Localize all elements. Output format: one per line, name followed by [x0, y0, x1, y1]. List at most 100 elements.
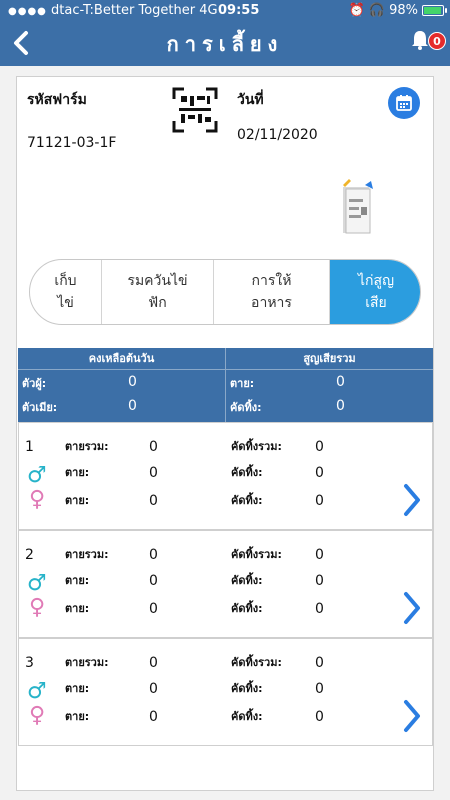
- farm-code-value: 71121-03-1F: [27, 135, 117, 151]
- top-bar: ●●●● dtac-T:Better Together 4G 09:55 ⏰ 🎧…: [0, 0, 450, 66]
- female-icon: ♀: [29, 703, 46, 728]
- male-culled-value: 0: [315, 573, 324, 589]
- female-dead-label: ตาย:: [65, 602, 90, 615]
- summary-dead-label: ตาย:: [230, 377, 255, 390]
- segment-tab-4[interactable]: ไก่สูญ เสีย: [330, 260, 420, 324]
- carrier-info: ●●●● dtac-T:Better Together 4G: [8, 3, 218, 18]
- alarm-icon: ⏰: [348, 3, 365, 18]
- carrier-name: dtac-T:Better Together: [51, 3, 196, 18]
- summary-culled-row: คัดทิ้ง: 0: [230, 398, 433, 420]
- total-dead-value: 0: [149, 439, 158, 455]
- female-culled-value: 0: [315, 493, 324, 509]
- calendar-icon[interactable]: [388, 87, 420, 119]
- summary-male-row: ตัวผู้: 0: [22, 374, 225, 396]
- chevron-right-icon[interactable]: [402, 483, 422, 526]
- female-icon: ♀: [29, 595, 46, 620]
- segment-tab-3[interactable]: การให้ อาหาร: [214, 260, 330, 324]
- headphones-icon: 🎧: [368, 3, 386, 18]
- house-number: 3: [25, 655, 34, 671]
- house-card[interactable]: 2 ♂ ♀ ตายรวม: 0 ตาย: 0 ตาย: 0 คัดทิ้งรวม: 0 คัดทิ้ง…: [18, 530, 433, 638]
- male-culled-label: คัดทิ้ง:: [231, 682, 263, 695]
- house-number: 2: [25, 547, 34, 563]
- male-culled-label: คัดทิ้ง:: [231, 574, 263, 587]
- total-culled-label: คัดทิ้งรวม:: [231, 548, 282, 561]
- signal-icon: ●●●●: [8, 6, 47, 17]
- female-dead-value: 0: [149, 493, 158, 509]
- female-culled-label: คัดทิ้ง:: [231, 494, 263, 507]
- summary-male-label: ตัวผู้:: [22, 377, 47, 390]
- summary-dead-row: ตาย: 0: [230, 374, 433, 396]
- summary-left-col: ตัวผู้: 0 ตัวเมีย: 0: [18, 370, 226, 422]
- male-icon: ♂: [27, 679, 47, 704]
- farm-code-label: รหัสฟาร์ม: [27, 92, 87, 108]
- male-dead-label: ตาย:: [65, 574, 90, 587]
- status-time: 09:55: [218, 3, 260, 18]
- total-culled-label: คัดทิ้งรวม:: [231, 440, 282, 453]
- total-dead-label: ตายรวม:: [65, 440, 109, 453]
- battery-fill: [424, 7, 441, 14]
- battery-icon: [422, 5, 447, 16]
- house-card[interactable]: 3 ♂ ♀ ตายรวม: 0 ตาย: 0 ตาย: 0 คัดทิ้งรวม: 0 คัดทิ้ง…: [18, 638, 433, 746]
- summary-culled-label: คัดทิ้ง:: [230, 401, 262, 414]
- total-culled-value: 0: [315, 655, 324, 671]
- male-dead-label: ตาย:: [65, 682, 90, 695]
- chevron-right-icon[interactable]: [402, 591, 422, 634]
- female-dead-label: ตาย:: [65, 710, 90, 723]
- summary-dead-value: 0: [336, 374, 345, 390]
- document-icon[interactable]: [339, 177, 375, 237]
- main-panel: รหัสฟาร์ม 71121-03-1F วันที่ 02/11/2020 …: [16, 76, 434, 791]
- qr-code-icon[interactable]: [172, 87, 218, 133]
- total-dead-value: 0: [149, 655, 158, 671]
- nav-bar: การเลี้ยง 0: [0, 22, 450, 66]
- female-dead-label: ตาย:: [65, 494, 90, 507]
- segment-control: เก็บ ไข่ รมควันไข่ ฟัก การให้ อาหาร ไก่สูญ …: [29, 259, 421, 325]
- summary-left-header: คงเหลือต้นวัน: [18, 348, 226, 369]
- summary-female-row: ตัวเมีย: 0: [22, 398, 225, 420]
- male-dead-value: 0: [149, 681, 158, 697]
- summary-table: คงเหลือต้นวัน สูญเสียรวม ตัวผู้: 0 ตัวเม…: [18, 348, 433, 422]
- notification-badge: 0: [428, 32, 446, 50]
- male-culled-value: 0: [315, 465, 324, 481]
- male-dead-value: 0: [149, 573, 158, 589]
- status-bar: ●●●● dtac-T:Better Together 4G 09:55 ⏰ 🎧…: [0, 0, 450, 22]
- male-icon: ♂: [27, 463, 47, 488]
- page-title: การเลี้ยง: [166, 32, 284, 56]
- summary-body: ตัวผู้: 0 ตัวเมีย: 0 ตาย: 0 คัดทิ้ง: 0: [18, 370, 433, 422]
- house-card[interactable]: 1 ♂ ♀ ตายรวม: 0 ตาย: 0 ตาย: 0 คัดทิ้งรวม: 0 คัดทิ้ง…: [18, 422, 433, 530]
- total-dead-label: ตายรวม:: [65, 656, 109, 669]
- female-dead-value: 0: [149, 709, 158, 725]
- summary-right-col: ตาย: 0 คัดทิ้ง: 0: [226, 370, 433, 422]
- male-icon: ♂: [27, 571, 47, 596]
- total-dead-value: 0: [149, 547, 158, 563]
- summary-culled-value: 0: [336, 398, 345, 414]
- female-culled-label: คัดทิ้ง:: [231, 710, 263, 723]
- house-number: 1: [25, 439, 34, 455]
- network-type: 4G: [199, 3, 218, 18]
- date-label: วันที่: [237, 92, 264, 108]
- male-dead-value: 0: [149, 465, 158, 481]
- male-culled-value: 0: [315, 681, 324, 697]
- summary-female-value: 0: [128, 398, 137, 414]
- total-dead-label: ตายรวม:: [65, 548, 109, 561]
- summary-header: คงเหลือต้นวัน สูญเสียรวม: [18, 348, 433, 370]
- female-culled-value: 0: [315, 601, 324, 617]
- total-culled-value: 0: [315, 547, 324, 563]
- summary-female-label: ตัวเมีย:: [22, 401, 58, 414]
- female-culled-value: 0: [315, 709, 324, 725]
- bell-icon[interactable]: [410, 29, 430, 56]
- total-culled-label: คัดทิ้งรวม:: [231, 656, 282, 669]
- summary-right-header: สูญเสียรวม: [303, 352, 356, 365]
- female-dead-value: 0: [149, 601, 158, 617]
- male-culled-label: คัดทิ้ง:: [231, 466, 263, 479]
- female-culled-label: คัดทิ้ง:: [231, 602, 263, 615]
- chevron-right-icon[interactable]: [402, 699, 422, 742]
- status-right: ⏰ 🎧 98%: [348, 3, 447, 18]
- segment-tab-2[interactable]: รมควันไข่ ฟัก: [102, 260, 214, 324]
- male-dead-label: ตาย:: [65, 466, 90, 479]
- battery-percent: 98%: [389, 3, 418, 18]
- summary-male-value: 0: [128, 374, 137, 390]
- female-icon: ♀: [29, 487, 46, 512]
- total-culled-value: 0: [315, 439, 324, 455]
- segment-tab-1[interactable]: เก็บ ไข่: [30, 260, 102, 324]
- date-value: 02/11/2020: [237, 127, 318, 143]
